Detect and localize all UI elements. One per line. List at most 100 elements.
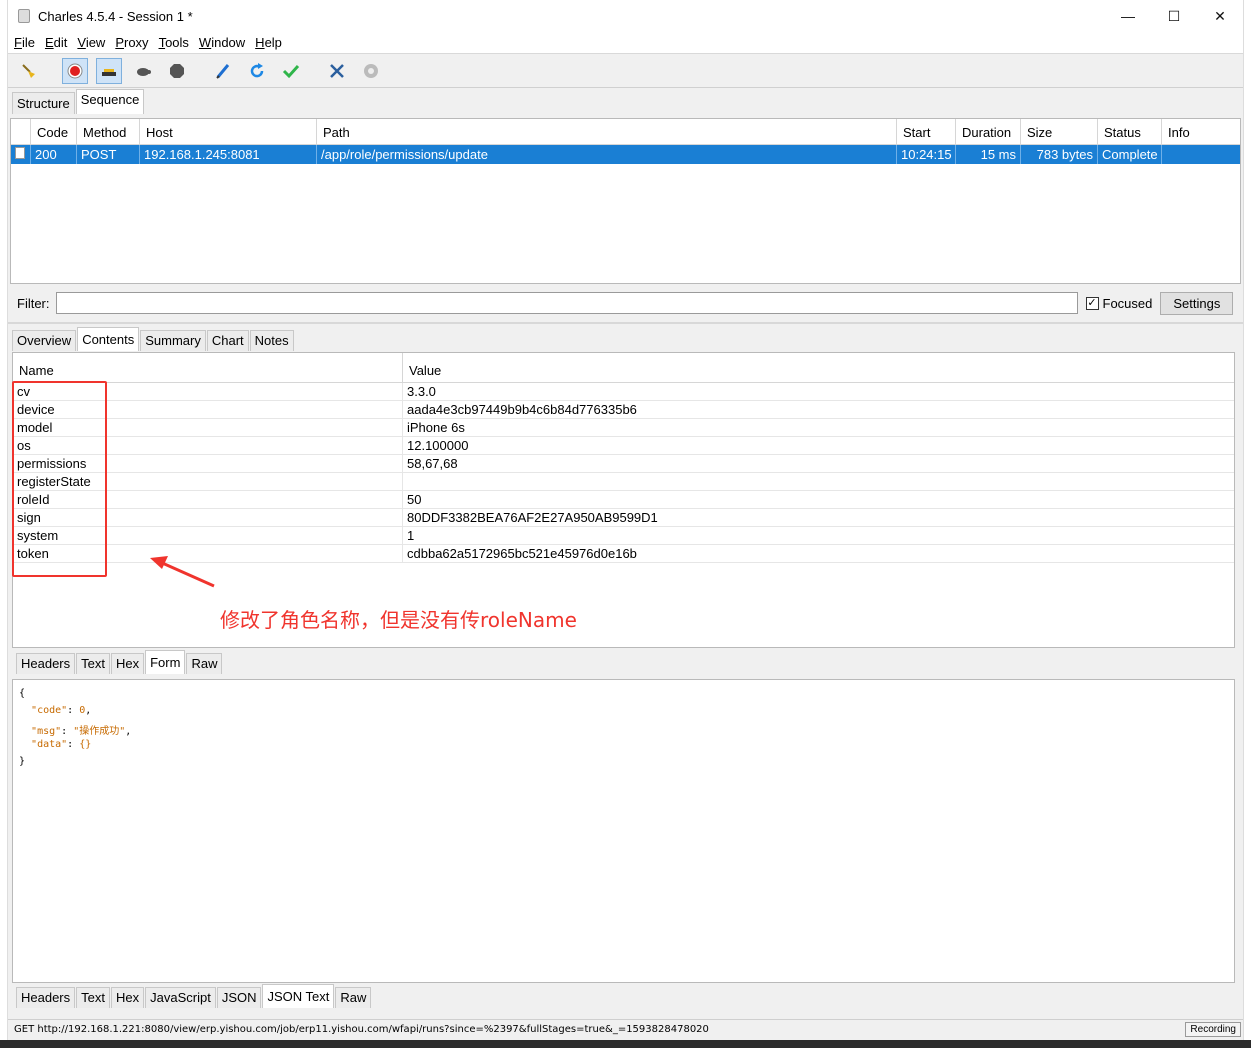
param-value: 50 (407, 492, 422, 507)
menu-proxy[interactable]: Proxy (115, 35, 148, 50)
json-line: "msg": "操作成功", (31, 726, 132, 737)
refresh-icon[interactable] (244, 58, 270, 84)
menu-file[interactable]: File (14, 35, 35, 50)
annotation-arrow-icon (150, 556, 215, 588)
table-row[interactable]: system 1 (13, 527, 1234, 545)
menu-bar: File Edit View Proxy Tools Window Help (8, 32, 1243, 54)
table-row[interactable]: os 12.100000 (13, 437, 1234, 455)
detail-tabs: Overview Contents Summary Chart Notes (12, 327, 295, 351)
request-tabs: Headers Text Hex Form Raw (16, 650, 223, 674)
param-value: 58,67,68 (407, 456, 458, 471)
menu-tools[interactable]: Tools (159, 35, 189, 50)
annotation-highlight-box (12, 381, 107, 577)
table-row[interactable]: permissions 58,67,68 (13, 455, 1234, 473)
status-bar: GET http://192.168.1.221:8080/view/erp.y… (8, 1019, 1243, 1038)
tab-summary[interactable]: Summary (140, 330, 206, 351)
stop-icon[interactable] (164, 58, 190, 84)
table-row[interactable]: model iPhone 6s (13, 419, 1234, 437)
table-row[interactable]: device aada4e3cb97449b9b4c6b84d776335b6 (13, 401, 1234, 419)
json-line: "data": {} (31, 739, 92, 750)
tab-request-hex[interactable]: Hex (110, 653, 145, 674)
view-tabs: Structure Sequence (8, 88, 1243, 114)
tab-response-json-text[interactable]: JSON Text (262, 984, 335, 1008)
param-value: 80DDF3382BEA76AF2E27A950AB9599D1 (407, 510, 658, 525)
tab-overview[interactable]: Overview (12, 330, 77, 351)
col-host[interactable]: Host (140, 119, 317, 144)
row-info (1162, 145, 1240, 164)
window-title: Charles 4.5.4 - Session 1 * (38, 8, 193, 24)
menu-help[interactable]: Help (255, 35, 282, 50)
tab-chart[interactable]: Chart (206, 330, 249, 351)
record-icon[interactable] (62, 57, 88, 84)
param-value: cdbba62a5172965bc521e45976d0e16b (407, 546, 637, 561)
settings-button[interactable]: Settings (1160, 291, 1234, 315)
param-value: 3.3.0 (407, 384, 436, 399)
focused-checkbox[interactable]: ✓ (1085, 296, 1099, 310)
row-status: Complete (1098, 145, 1162, 164)
status-url: GET http://192.168.1.221:8080/view/erp.y… (14, 1023, 709, 1035)
response-body[interactable]: { "code": 0, "msg": "操作成功", "data": {} } (12, 679, 1235, 983)
row-host: 192.168.1.245:8081 (140, 145, 317, 164)
recording-indicator[interactable]: Recording (1185, 1021, 1241, 1037)
form-table-header: Name Value (13, 353, 1234, 383)
sequence-table: Code Method Host Path Start Duration Siz… (10, 118, 1241, 284)
tab-contents[interactable]: Contents (77, 327, 140, 351)
close-button[interactable]: ✕ (1197, 0, 1243, 32)
row-duration: 15 ms (956, 145, 1021, 164)
tab-request-form[interactable]: Form (145, 650, 186, 674)
tab-notes[interactable]: Notes (249, 330, 294, 351)
param-value (403, 473, 411, 490)
tab-response-text[interactable]: Text (76, 987, 110, 1008)
title-bar: Charles 4.5.4 - Session 1 * — ☐ ✕ (8, 0, 1243, 32)
tab-response-headers[interactable]: Headers (16, 987, 76, 1008)
row-path: /app/role/permissions/update (317, 145, 897, 164)
param-value: aada4e3cb97449b9b4c6b84d776335b6 (407, 402, 637, 417)
menu-view[interactable]: View (77, 35, 105, 50)
col-code[interactable]: Code (31, 119, 77, 144)
pen-icon[interactable] (210, 58, 236, 84)
param-value: iPhone 6s (407, 420, 465, 435)
broom-icon[interactable] (16, 58, 42, 84)
col-path[interactable]: Path (317, 119, 897, 144)
col-duration[interactable]: Duration (956, 119, 1021, 144)
tab-structure[interactable]: Structure (12, 92, 75, 114)
table-row[interactable]: sign 80DDF3382BEA76AF2E27A950AB9599D1 (13, 509, 1234, 527)
col-method[interactable]: Method (77, 119, 140, 144)
filter-bar: Filter: ✓ Focused Settings (10, 288, 1241, 318)
menu-edit[interactable]: Edit (45, 35, 67, 50)
tab-response-raw[interactable]: Raw (335, 987, 372, 1008)
maximize-button[interactable]: ☐ (1151, 0, 1197, 32)
table-row[interactable]: registerState (13, 473, 1234, 491)
settings-gear-icon[interactable] (358, 58, 384, 84)
col-name[interactable]: Name (13, 353, 403, 382)
split-divider[interactable] (8, 322, 1243, 324)
turtle-icon[interactable] (130, 58, 156, 84)
col-size[interactable]: Size (1021, 119, 1098, 144)
tab-request-headers[interactable]: Headers (16, 653, 76, 674)
menu-window[interactable]: Window (199, 35, 245, 50)
tab-response-javascript[interactable]: JavaScript (145, 987, 216, 1008)
col-info[interactable]: Info (1162, 119, 1240, 144)
col-value[interactable]: Value (403, 353, 447, 382)
tab-response-hex[interactable]: Hex (110, 987, 145, 1008)
check-icon[interactable] (278, 58, 304, 84)
tab-sequence[interactable]: Sequence (75, 89, 145, 114)
tab-request-text[interactable]: Text (76, 653, 110, 674)
table-row[interactable]: cv 3.3.0 (13, 383, 1234, 401)
tab-request-raw[interactable]: Raw (186, 653, 223, 674)
table-row[interactable]: roleId 50 (13, 491, 1234, 509)
filter-input[interactable] (55, 292, 1078, 314)
charles-window: Charles 4.5.4 - Session 1 * — ☐ ✕ File E… (8, 0, 1243, 1040)
throttle-icon[interactable] (96, 57, 122, 84)
annotation-text: 修改了角色名称，但是没有传roleName (220, 608, 577, 632)
focused-label: Focused (1102, 295, 1153, 311)
json-line: } (19, 756, 26, 767)
col-status[interactable]: Status (1098, 119, 1162, 144)
document-icon (11, 145, 31, 164)
table-row[interactable]: 200 POST 192.168.1.245:8081 /app/role/pe… (11, 145, 1240, 164)
tools-icon[interactable] (324, 58, 350, 84)
col-icon (11, 119, 31, 144)
col-start[interactable]: Start (897, 119, 956, 144)
tab-response-json[interactable]: JSON (216, 987, 262, 1008)
minimize-button[interactable]: — (1105, 0, 1151, 32)
